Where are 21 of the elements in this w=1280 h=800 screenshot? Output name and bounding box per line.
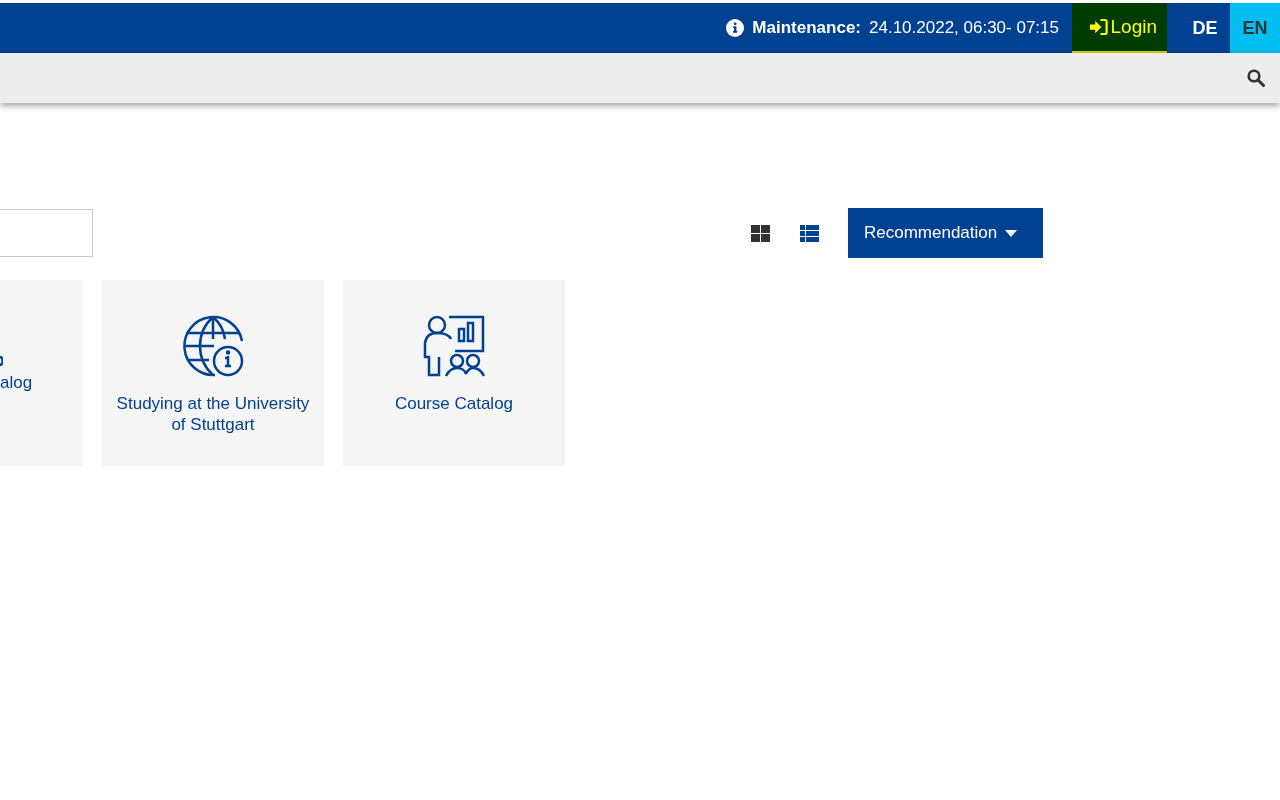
maintenance-text: 24.10.2022, 06:30- 07:15: [869, 18, 1059, 38]
tile-card[interactable]: alog: [0, 280, 83, 466]
tile-card[interactable]: Studying at the University of Stuttgart: [102, 280, 324, 466]
list-view-icon[interactable]: [800, 224, 819, 242]
tile-label: alog: [0, 372, 33, 393]
grid-view-icon[interactable]: [751, 224, 770, 242]
language-button[interactable]: EN: [1230, 3, 1280, 53]
caret-icon: [1005, 229, 1018, 237]
sort-dropdown[interactable]: Recommendation: [848, 208, 1043, 258]
language-button[interactable]: DE: [1180, 3, 1230, 53]
tile-label: Course Catalog: [393, 393, 515, 414]
info-icon: [726, 19, 745, 37]
maintenance-label: Maintenance:: [752, 18, 861, 38]
sign-in-icon: [1090, 18, 1108, 36]
login-button[interactable]: Login: [1072, 3, 1167, 53]
globe-info-icon: [182, 315, 244, 377]
tile-label: Studying at the University of Stuttgart: [115, 393, 311, 435]
teacher-presentation-icon: [423, 315, 485, 377]
tile-card[interactable]: Course Catalog: [343, 280, 565, 466]
search-icon[interactable]: [1247, 69, 1265, 87]
search-field[interactable]: [0, 209, 93, 257]
